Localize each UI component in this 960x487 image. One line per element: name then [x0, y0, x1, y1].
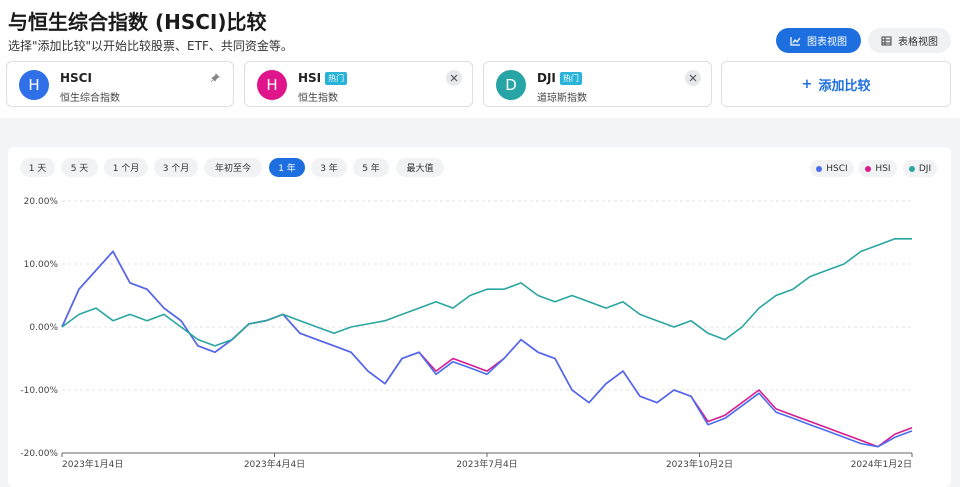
line-chart-icon: [790, 36, 801, 46]
avatar: D: [496, 70, 526, 100]
range-button[interactable]: 年初至今: [204, 158, 262, 177]
table-view-label: 表格视图: [898, 37, 938, 48]
compare-card-hsci[interactable]: H HSCI 恒生综合指数: [6, 61, 234, 107]
range-button[interactable]: 最大值: [396, 158, 444, 177]
x-tick-label: 2024年1月2日: [851, 458, 912, 470]
legend-dot: [908, 165, 915, 172]
legend-item[interactable]: HSI: [859, 160, 897, 177]
range-button[interactable]: 3 个月: [154, 158, 198, 177]
x-tick-label: 2023年7月4日: [456, 458, 517, 470]
series-line-hsi: [61, 250, 913, 448]
hot-badge: 热门: [559, 71, 582, 85]
legend-dot: [816, 165, 823, 172]
page-title: 与恒生综合指数 (HSCI)比较: [8, 10, 267, 34]
comparison-line-chart: 20.00% 10.00% 0.00% -10.00% -20.00% 2023年1月4日…: [20, 197, 913, 470]
card-name: 恒生综合指数: [60, 93, 120, 104]
range-button[interactable]: 5 天: [61, 158, 98, 177]
close-icon[interactable]: [685, 70, 701, 86]
card-symbol: HSCI: [60, 71, 92, 85]
y-tick-label: 20.00%: [24, 197, 59, 207]
y-tick-label: -20.00%: [20, 449, 58, 459]
compare-card-dji[interactable]: D DJI 热门 道琼斯指数: [483, 61, 712, 107]
hot-badge: 热门: [325, 71, 348, 85]
y-tick-label: -10.00%: [20, 386, 58, 396]
y-tick-label: 0.00%: [29, 323, 58, 333]
legend-label: DJI: [918, 163, 932, 174]
compare-card-hsi[interactable]: H HSI 热门 恒生指数: [244, 61, 473, 107]
chart-view-button[interactable]: 图表视图: [776, 28, 861, 53]
chart-view-label: 图表视图: [807, 37, 847, 48]
table-icon: [881, 36, 892, 45]
table-view-button[interactable]: 表格视图: [868, 28, 951, 53]
legend-item[interactable]: DJI: [903, 160, 937, 177]
range-button[interactable]: 3 年: [311, 158, 347, 177]
card-name: 道琼斯指数: [537, 93, 587, 104]
pin-icon[interactable]: [207, 70, 223, 86]
close-icon[interactable]: [446, 70, 462, 86]
y-tick-label: 10.00%: [24, 260, 59, 270]
legend-dot: [865, 165, 872, 172]
range-button[interactable]: 5 年: [353, 158, 389, 177]
range-button[interactable]: 1 天: [20, 158, 55, 177]
add-compare-label: 添加比较: [818, 78, 871, 94]
legend-label: HSCI: [826, 163, 848, 174]
card-symbol: HSI 热门: [298, 71, 348, 85]
range-button[interactable]: 1 个月: [104, 158, 148, 177]
page-subtitle: 选择"添加比较"以开始比较股票、ETF、共同资金等。: [8, 39, 293, 53]
avatar: H: [19, 70, 49, 100]
plus-icon: +: [801, 76, 813, 92]
card-name: 恒生指数: [298, 93, 338, 104]
series-line-hsci: [61, 250, 913, 448]
legend-item[interactable]: HSCI: [810, 160, 854, 177]
header-area: 与恒生综合指数 (HSCI)比较 选择"添加比较"以开始比较股票、ETF、共同资…: [0, 0, 960, 118]
legend-label: HSI: [875, 163, 891, 174]
add-compare-button[interactable]: + 添加比较: [721, 61, 951, 107]
series-line-dji: [61, 237, 912, 347]
x-tick-label: 2023年4月4日: [244, 458, 305, 470]
x-tick-label: 2023年10月2日: [666, 458, 733, 470]
range-button[interactable]: 1 年: [269, 158, 305, 177]
card-symbol: DJI 热门: [537, 71, 582, 85]
x-tick-label: 2023年1月4日: [62, 458, 123, 470]
avatar: H: [257, 70, 287, 100]
